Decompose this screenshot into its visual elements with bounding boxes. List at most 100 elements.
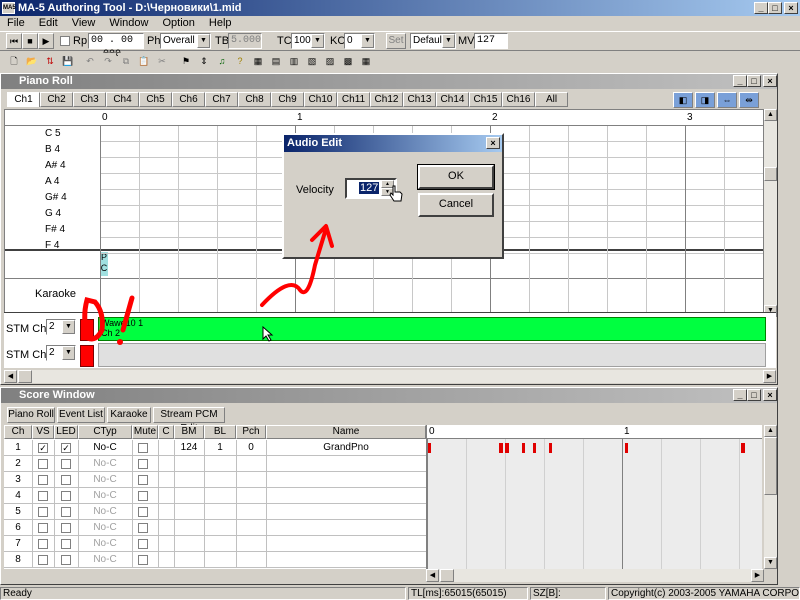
chevron-down-icon[interactable]: ▼ [442,34,455,48]
note-mark[interactable] [522,443,525,453]
mv-spinner[interactable]: 127 [474,33,508,49]
chevron-down-icon[interactable]: ▼ [62,320,75,334]
tab-event-list[interactable]: Event List [57,407,105,423]
vs-checkbox[interactable] [38,523,48,533]
tab-karaoke[interactable]: Karaoke [107,407,151,423]
copy-icon[interactable]: ⧉ [118,53,134,69]
horizontal-scrollbar[interactable]: ◀ ▶ [4,370,776,383]
save-icon[interactable]: 💾 [60,53,76,69]
vs-checkbox[interactable] [38,459,48,469]
chevron-down-icon[interactable]: ▼ [197,34,210,48]
sound-icon[interactable]: ♫ [214,53,230,69]
close-button[interactable]: × [763,389,777,401]
tab-ch4[interactable]: Ch4 [106,92,139,107]
scroll-down-icon[interactable]: ▼ [764,557,777,569]
table-row[interactable]: 7 No-C [4,536,426,552]
cancel-button[interactable]: Cancel [418,193,494,217]
menu-help[interactable]: Help [202,16,239,30]
note-mark[interactable] [549,443,552,453]
tab-all[interactable]: All [535,92,568,107]
mute-checkbox[interactable] [138,475,148,485]
tab-ch5[interactable]: Ch5 [139,92,172,107]
reload-icon[interactable]: ⇅ [42,53,58,69]
pc-marker[interactable]: P C [100,252,108,276]
column-header-bm[interactable]: BM [174,425,204,439]
chevron-down-icon[interactable]: ▼ [311,34,324,48]
mute-checkbox[interactable] [138,539,148,549]
ok-button[interactable]: OK [417,164,495,190]
scroll-thumb[interactable] [764,167,777,181]
velocity-value[interactable]: 127 [359,182,380,194]
delete-icon[interactable]: ✂ [154,53,170,69]
led-checkbox[interactable] [61,539,71,549]
mute-checkbox[interactable] [138,507,148,517]
zoom-out-icon[interactable]: ◨ [695,92,715,108]
flag-icon[interactable]: ⚑ [178,53,194,69]
tab-ch11[interactable]: Ch11 [337,92,370,107]
table-row[interactable]: 1 ✓ ✓ No-C 124 1 0 GrandPno [4,440,426,456]
play-button[interactable]: ▶ [38,33,54,49]
wave-grid-icon[interactable]: ▩ [340,53,356,69]
note-mark[interactable] [428,443,431,453]
tab-ch8[interactable]: Ch8 [238,92,271,107]
maximize-button[interactable]: □ [747,389,761,401]
mixer-icon[interactable]: ⇕ [196,53,212,69]
set-button[interactable]: Set [386,33,406,49]
tab-ch6[interactable]: Ch6 [172,92,205,107]
note-mark[interactable] [499,443,503,453]
close-button[interactable]: × [763,75,777,87]
score-horizontal-scrollbar[interactable]: ◀ ▶ [426,569,764,582]
tab-ch2[interactable]: Ch2 [40,92,73,107]
score-grid-icon[interactable]: ▥ [286,53,302,69]
mute-checkbox[interactable] [138,491,148,501]
menu-option[interactable]: Option [155,16,201,30]
note-mark[interactable] [625,443,628,453]
tab-ch12[interactable]: Ch12 [370,92,403,107]
tab-ch10[interactable]: Ch10 [304,92,337,107]
close-button[interactable]: × [784,2,798,14]
score-vertical-scrollbar[interactable]: ▲ ▼ [764,425,777,569]
menu-edit[interactable]: Edit [32,16,65,30]
column-header-name[interactable]: Name [266,425,426,439]
note-mark[interactable] [505,443,509,453]
led-checkbox[interactable] [61,475,71,485]
column-header-ctyp[interactable]: CTyp [78,425,132,439]
expand-icon[interactable]: ⇔ [717,92,737,108]
tab-ch15[interactable]: Ch15 [469,92,502,107]
scroll-left-icon[interactable]: ◀ [4,370,17,383]
maximize-button[interactable]: □ [747,75,761,87]
grid-icon[interactable]: ▦ [250,53,266,69]
table-row[interactable]: 3 No-C [4,472,426,488]
maximize-button[interactable]: □ [768,2,782,14]
note-mark[interactable] [741,443,745,453]
chevron-down-icon[interactable]: ▼ [361,34,374,48]
tab-ch1[interactable]: Ch1 [7,92,40,107]
led-checkbox[interactable]: ✓ [61,443,71,453]
redo-icon[interactable]: ↷ [100,53,116,69]
tab-ch3[interactable]: Ch3 [73,92,106,107]
stream-row-empty[interactable] [98,343,766,367]
zoom-in-icon[interactable]: ◧ [673,92,693,108]
menu-view[interactable]: View [65,16,103,30]
rewind-button[interactable]: ⏮ [6,33,22,49]
mute-checkbox[interactable] [138,459,148,469]
stream-block[interactable]: Wawe10 1 Ch 2 [98,317,766,341]
collapse-icon[interactable]: ⇹ [739,92,759,108]
table-row[interactable]: 5 No-C [4,504,426,520]
menu-window[interactable]: Window [102,16,155,30]
rp-checkbox[interactable] [60,36,70,46]
tab-ch13[interactable]: Ch13 [403,92,436,107]
column-header-ch[interactable]: Ch [4,425,32,439]
scroll-right-icon[interactable]: ▶ [763,370,776,383]
led-checkbox[interactable] [61,507,71,517]
open-folder-icon[interactable]: 📂 [24,53,40,69]
scroll-thumb[interactable] [440,569,454,582]
table-row[interactable]: 6 No-C [4,520,426,536]
column-header-bl[interactable]: BL [204,425,236,439]
stm-ch1-color[interactable] [80,319,94,341]
help-icon[interactable]: ? [232,53,248,69]
column-header-pch[interactable]: Pch [236,425,266,439]
menu-file[interactable]: File [0,16,32,30]
minimize-button[interactable]: _ [733,75,747,87]
scroll-thumb[interactable] [764,437,777,495]
